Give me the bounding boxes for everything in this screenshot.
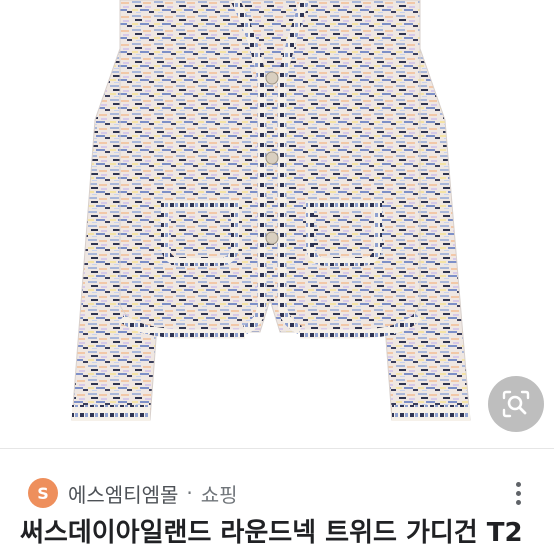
result-category: 쇼핑 (200, 482, 238, 507)
visual-search-button[interactable] (488, 376, 544, 432)
source-row[interactable]: S 에스엠티엠몰 · 쇼핑 (28, 476, 536, 510)
result-title[interactable]: 써스데이아일랜드 라운드넥 트위드 가디건 T2 (20, 513, 554, 553)
tweed-jacket-illustration (71, 0, 471, 421)
source-name[interactable]: 에스엠티엠몰 (68, 479, 178, 508)
dot (515, 481, 521, 487)
visual-search-icon (502, 390, 530, 418)
more-options-icon[interactable] (508, 476, 528, 510)
dot (515, 490, 521, 496)
product-image[interactable] (0, 0, 554, 448)
divider (0, 448, 554, 449)
dot (515, 499, 521, 505)
source-separator: · (186, 481, 193, 505)
source-favicon-icon: S (28, 478, 58, 508)
